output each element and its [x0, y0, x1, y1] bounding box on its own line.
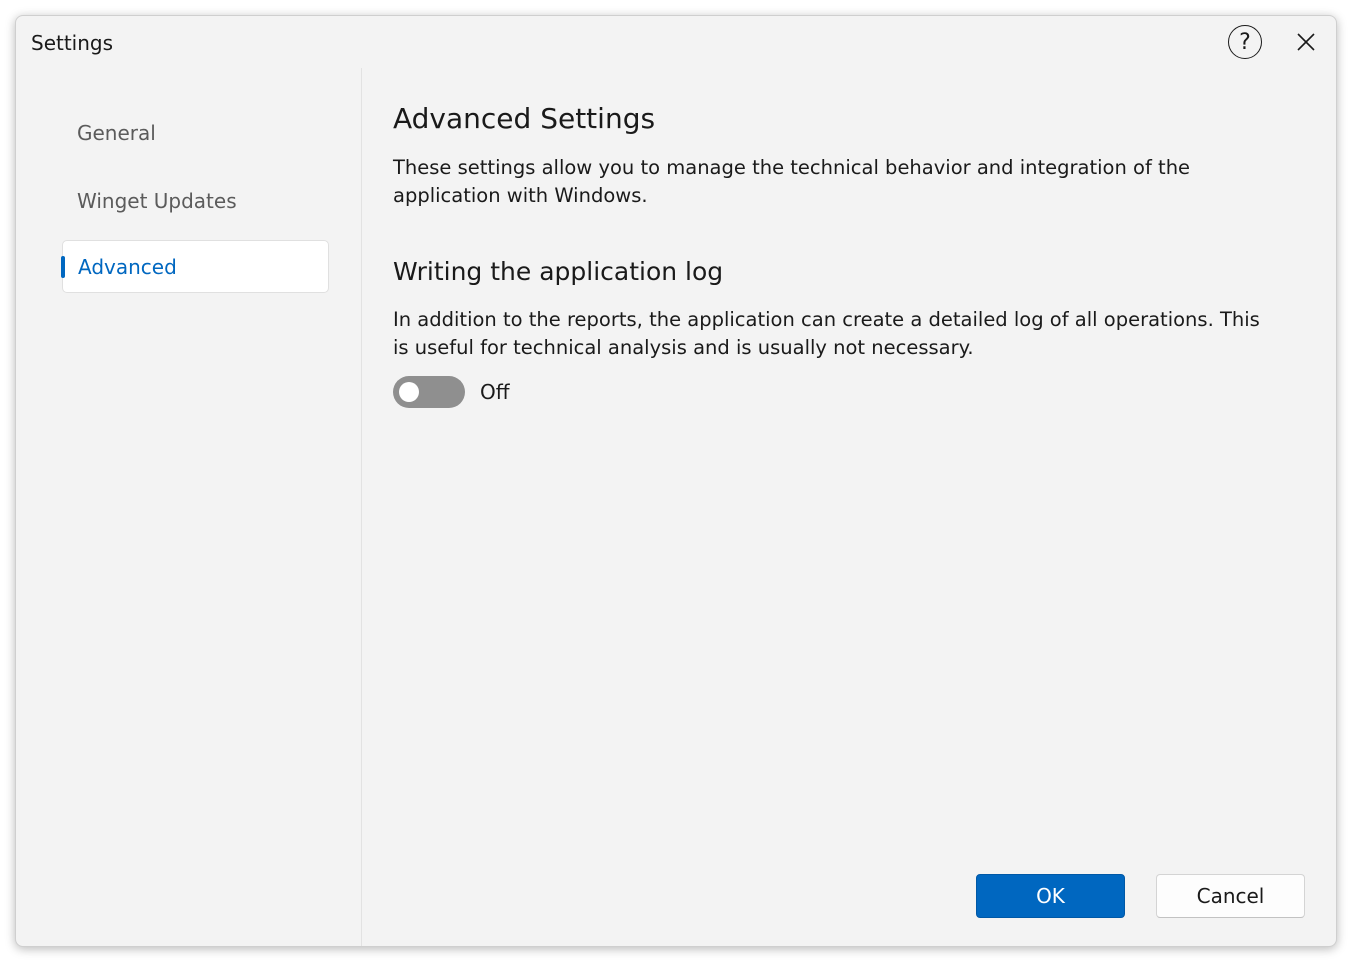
close-button[interactable] — [1292, 28, 1320, 56]
sidebar-nav: General Winget Updates Advanced — [16, 68, 361, 946]
toggle-state-label: Off — [480, 380, 510, 404]
help-button[interactable]: ? — [1228, 25, 1262, 59]
sidebar-item-label: Winget Updates — [77, 188, 237, 213]
window-title: Settings — [31, 31, 114, 55]
page-title: Advanced Settings — [393, 102, 656, 135]
sidebar-item-label: Advanced — [78, 254, 177, 279]
settings-dialog: Settings ? General Winget Updates Advanc… — [15, 15, 1337, 947]
section-description-log: In addition to the reports, the applicat… — [393, 308, 1260, 359]
section-title-log: Writing the application log — [393, 257, 724, 286]
ok-button[interactable]: OK — [976, 874, 1125, 918]
close-x-icon — [1297, 33, 1315, 51]
log-toggle-switch[interactable] — [393, 376, 465, 408]
sidebar-item-general[interactable]: General — [62, 106, 329, 159]
sidebar-item-winget-updates[interactable]: Winget Updates — [62, 174, 329, 227]
sidebar-item-label: General — [77, 120, 156, 145]
cancel-button[interactable]: Cancel — [1156, 874, 1305, 918]
sidebar-divider — [361, 68, 362, 946]
sidebar-item-advanced[interactable]: Advanced — [61, 240, 329, 293]
log-toggle-row: Off — [393, 375, 510, 409]
page-description: These settings allow you to manage the t… — [393, 156, 1191, 207]
title-bar: Settings ? — [16, 16, 1336, 68]
toggle-knob — [399, 382, 419, 402]
question-circle-icon: ? — [1239, 29, 1251, 55]
selection-indicator — [61, 256, 65, 278]
